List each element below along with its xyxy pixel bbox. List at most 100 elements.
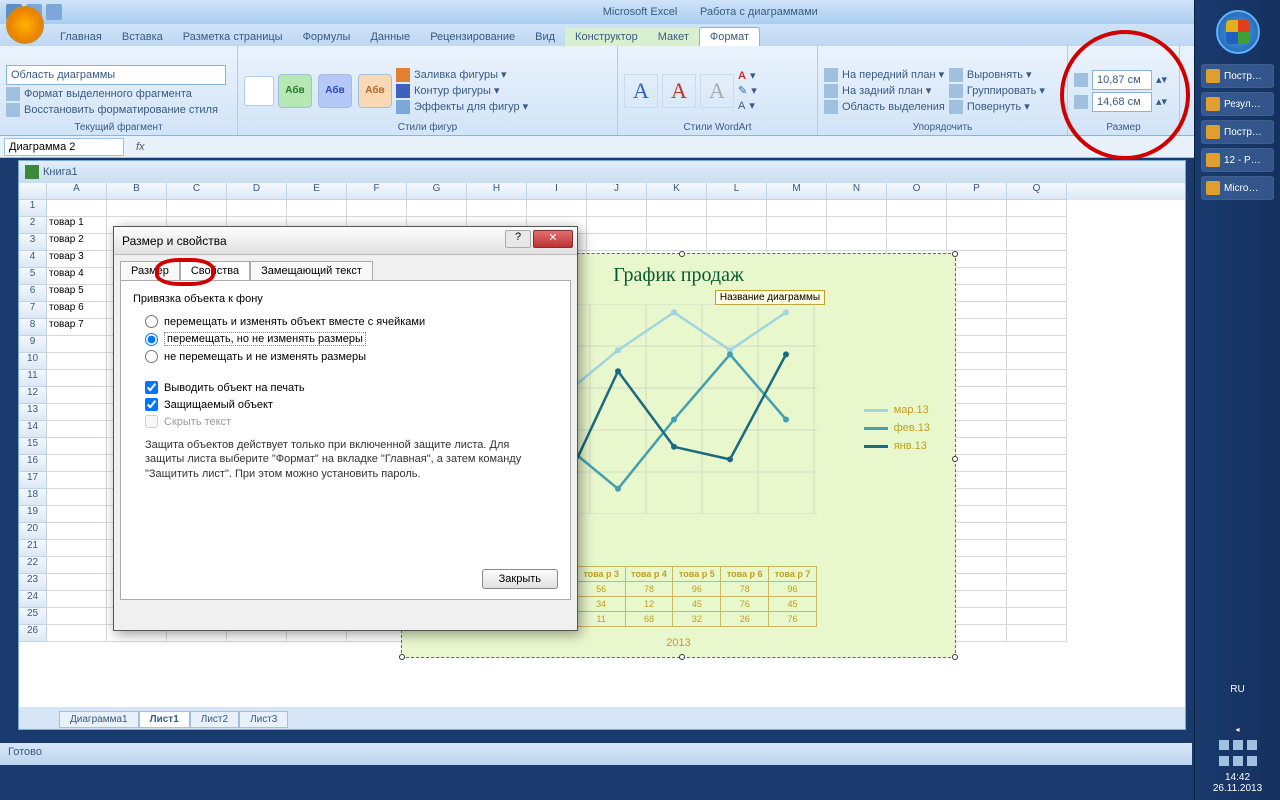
- cell[interactable]: [47, 540, 107, 557]
- cell[interactable]: [947, 421, 1007, 438]
- row-header[interactable]: 3: [19, 234, 47, 251]
- row-header[interactable]: 12: [19, 387, 47, 404]
- tray-icon[interactable]: [1233, 756, 1243, 766]
- row-header[interactable]: 17: [19, 472, 47, 489]
- shape-effects-button[interactable]: Эффекты для фигур ▾: [396, 100, 528, 114]
- cell[interactable]: [947, 591, 1007, 608]
- row-header[interactable]: 18: [19, 489, 47, 506]
- row-header[interactable]: 1: [19, 200, 47, 217]
- column-header[interactable]: Q: [1007, 183, 1067, 200]
- cell[interactable]: [767, 200, 827, 217]
- dialog-close-button[interactable]: ✕: [533, 230, 573, 248]
- cell[interactable]: [1007, 234, 1067, 251]
- cell[interactable]: [1007, 421, 1067, 438]
- cell[interactable]: [1007, 608, 1067, 625]
- wordart-style-1[interactable]: A: [624, 74, 658, 108]
- tab-data[interactable]: Данные: [360, 28, 420, 46]
- tab-chart-design[interactable]: Конструктор: [565, 28, 648, 46]
- row-header[interactable]: 22: [19, 557, 47, 574]
- cell[interactable]: [47, 336, 107, 353]
- cell[interactable]: [947, 557, 1007, 574]
- cell[interactable]: [1007, 557, 1067, 574]
- column-header[interactable]: C: [167, 183, 227, 200]
- tab-chart-layout[interactable]: Макет: [648, 28, 699, 46]
- check-locked[interactable]: Защищаемый объект: [145, 398, 558, 411]
- shape-outline-button[interactable]: Контур фигуры ▾: [396, 84, 528, 98]
- column-header[interactable]: B: [107, 183, 167, 200]
- row-header[interactable]: 11: [19, 370, 47, 387]
- cell[interactable]: [1007, 574, 1067, 591]
- cell[interactable]: [407, 200, 467, 217]
- clock-date[interactable]: 26.11.2013: [1195, 783, 1280, 794]
- name-box[interactable]: Диаграмма 2: [4, 138, 124, 156]
- check-hide-text[interactable]: Скрыть текст: [145, 415, 558, 428]
- cell[interactable]: [47, 489, 107, 506]
- cell[interactable]: [1007, 455, 1067, 472]
- width-input[interactable]: 14,68 см: [1092, 92, 1152, 112]
- cell[interactable]: [1007, 319, 1067, 336]
- radio-no-move-no-size[interactable]: не перемещать и не изменять размеры: [145, 350, 558, 363]
- cell[interactable]: [827, 200, 887, 217]
- column-header[interactable]: N: [827, 183, 887, 200]
- height-input[interactable]: 10,87 см: [1092, 70, 1152, 90]
- row-header[interactable]: 21: [19, 540, 47, 557]
- column-header[interactable]: E: [287, 183, 347, 200]
- workbook-title-bar[interactable]: Книга1: [19, 161, 1185, 183]
- cell[interactable]: [47, 200, 107, 217]
- tray-icon[interactable]: [1247, 756, 1257, 766]
- cell[interactable]: [947, 370, 1007, 387]
- close-button[interactable]: Закрыть: [482, 569, 558, 589]
- row-header[interactable]: 16: [19, 455, 47, 472]
- cell[interactable]: [1007, 591, 1067, 608]
- cell[interactable]: [827, 217, 887, 234]
- send-back-button[interactable]: На задний план ▾: [824, 84, 945, 98]
- row-header[interactable]: 15: [19, 438, 47, 455]
- column-header[interactable]: K: [647, 183, 707, 200]
- row-header[interactable]: 7: [19, 302, 47, 319]
- insert-shape-button[interactable]: [244, 76, 274, 106]
- cell[interactable]: [947, 353, 1007, 370]
- redo-icon[interactable]: [46, 4, 62, 20]
- column-header[interactable]: J: [587, 183, 647, 200]
- column-header[interactable]: H: [467, 183, 527, 200]
- cell[interactable]: товар 5: [47, 285, 107, 302]
- cell[interactable]: [167, 200, 227, 217]
- text-outline-button[interactable]: ✎▾: [738, 84, 757, 97]
- cell[interactable]: товар 7: [47, 319, 107, 336]
- chart-legend[interactable]: мар.13фев.13янв.13: [864, 404, 930, 458]
- tab-page-layout[interactable]: Разметка страницы: [173, 28, 293, 46]
- cell[interactable]: [1007, 217, 1067, 234]
- row-header[interactable]: 5: [19, 268, 47, 285]
- tab-home[interactable]: Главная: [50, 28, 112, 46]
- cell[interactable]: [947, 438, 1007, 455]
- cell[interactable]: [1007, 302, 1067, 319]
- row-header[interactable]: 6: [19, 285, 47, 302]
- cell[interactable]: товар 1: [47, 217, 107, 234]
- shape-style-1[interactable]: Абв: [278, 74, 312, 108]
- spinner-icon[interactable]: ▴▾: [1156, 73, 1167, 86]
- cell[interactable]: [1007, 523, 1067, 540]
- shape-style-3[interactable]: Абв: [358, 74, 392, 108]
- group-button[interactable]: Группировать ▾: [949, 84, 1045, 98]
- cell[interactable]: [947, 285, 1007, 302]
- legend-item[interactable]: мар.13: [864, 404, 930, 416]
- clock-time[interactable]: 14:42: [1195, 772, 1280, 783]
- tab-insert[interactable]: Вставка: [112, 28, 173, 46]
- office-button[interactable]: [6, 6, 44, 44]
- cell[interactable]: [1007, 489, 1067, 506]
- taskbar-item[interactable]: Micro…: [1201, 176, 1274, 200]
- cell[interactable]: [47, 574, 107, 591]
- cell[interactable]: товар 2: [47, 234, 107, 251]
- cell[interactable]: [647, 217, 707, 234]
- cell[interactable]: [1007, 540, 1067, 557]
- legend-item[interactable]: фев.13: [864, 422, 930, 434]
- tab-view[interactable]: Вид: [525, 28, 565, 46]
- cell[interactable]: [1007, 370, 1067, 387]
- row-header[interactable]: 14: [19, 421, 47, 438]
- cell[interactable]: [947, 234, 1007, 251]
- cell[interactable]: [1007, 472, 1067, 489]
- language-indicator[interactable]: RU: [1195, 684, 1280, 695]
- cell[interactable]: [587, 217, 647, 234]
- tray-icon[interactable]: [1233, 740, 1243, 750]
- column-header[interactable]: F: [347, 183, 407, 200]
